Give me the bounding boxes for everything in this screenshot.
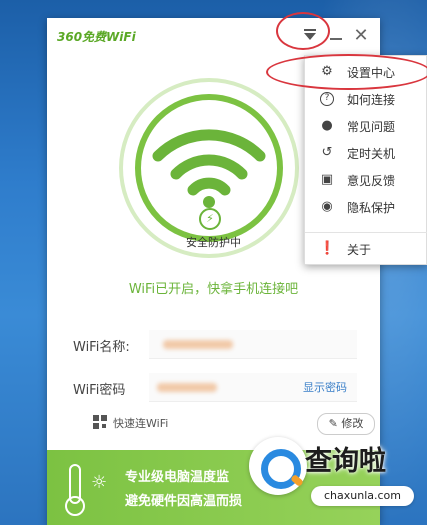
wifi-password-row: WiFi密码 显示密码 (73, 373, 373, 403)
minimize-icon (330, 38, 342, 40)
wifi-signal-icon (152, 129, 266, 208)
menu-item-how-to-connect[interactable]: ? 如何连接 (305, 86, 427, 112)
qr-code-icon (93, 415, 107, 429)
close-icon: ✕ (353, 25, 369, 46)
pencil-icon: ✎ (328, 417, 342, 430)
menu-item-faq[interactable]: ● 常见问题 (305, 113, 427, 139)
menu-item-privacy[interactable]: ◉ 隐私保护 (305, 194, 427, 220)
wifi-password-label: WiFi密码 (73, 383, 126, 398)
menu-item-label: 意见反馈 (347, 174, 396, 188)
blurred-value (163, 340, 233, 349)
show-password-link[interactable]: 显示密码 (303, 379, 347, 395)
question-icon: ? (320, 92, 334, 106)
watermark-title: 查询啦 (305, 446, 386, 477)
info-icon: ❗ (319, 241, 336, 256)
chat-bubble-icon: ● (321, 118, 333, 133)
menu-item-label: 隐私保护 (347, 201, 396, 215)
app-logo: 360免费WiFi (57, 30, 136, 44)
watermark: 查询啦 chaxunla.com (247, 433, 425, 523)
edit-button[interactable]: ✎ 修改 (317, 413, 375, 435)
wifi-name-label: WiFi名称: (73, 340, 130, 355)
menu-item-label: 常见问题 (347, 120, 396, 134)
annotation-circle-settings-item (266, 54, 427, 90)
wifi-password-field[interactable]: 显示密码 (149, 373, 357, 402)
menu-item-scheduled-shutdown[interactable]: ↺ 定时关机 (305, 140, 427, 166)
menu-item-about[interactable]: ❗ 关于 (305, 236, 427, 262)
thermometer-bulb (65, 496, 85, 516)
shield-icon: ⚡ (199, 208, 221, 230)
edit-button-label: 修改 (341, 417, 364, 430)
wifi-name-row: WiFi名称: (73, 330, 373, 360)
menu-item-label: 定时关机 (347, 147, 396, 161)
menu-item-feedback[interactable]: ▣ 意见反馈 (305, 167, 427, 193)
privacy-icon: ◉ (321, 199, 333, 214)
menu-item-label: 如何连接 (347, 93, 396, 107)
watermark-logo (249, 437, 307, 495)
watermark-url: chaxunla.com (311, 486, 414, 506)
title-bar: 360免费WiFi ✕ (47, 18, 380, 56)
quick-connect-label[interactable]: 快速连WiFi (113, 415, 168, 431)
wifi-name-field[interactable] (149, 330, 357, 359)
banner-line-1: 专业级电脑温度监 (125, 470, 230, 485)
menu-item-label: 关于 (347, 243, 372, 257)
wifi-status-text: WiFi已开启，快拿手机连接吧 (128, 282, 299, 297)
blurred-value (157, 383, 217, 392)
sun-icon: ☼ (91, 472, 108, 493)
feedback-icon: ▣ (320, 172, 334, 187)
banner-line-2: 避免硬件因高温而损 (125, 494, 243, 509)
menu-separator (305, 232, 427, 233)
timer-icon: ↺ (321, 145, 333, 160)
close-button[interactable]: ✕ (351, 26, 371, 46)
annotation-circle-menu-button (276, 12, 330, 50)
